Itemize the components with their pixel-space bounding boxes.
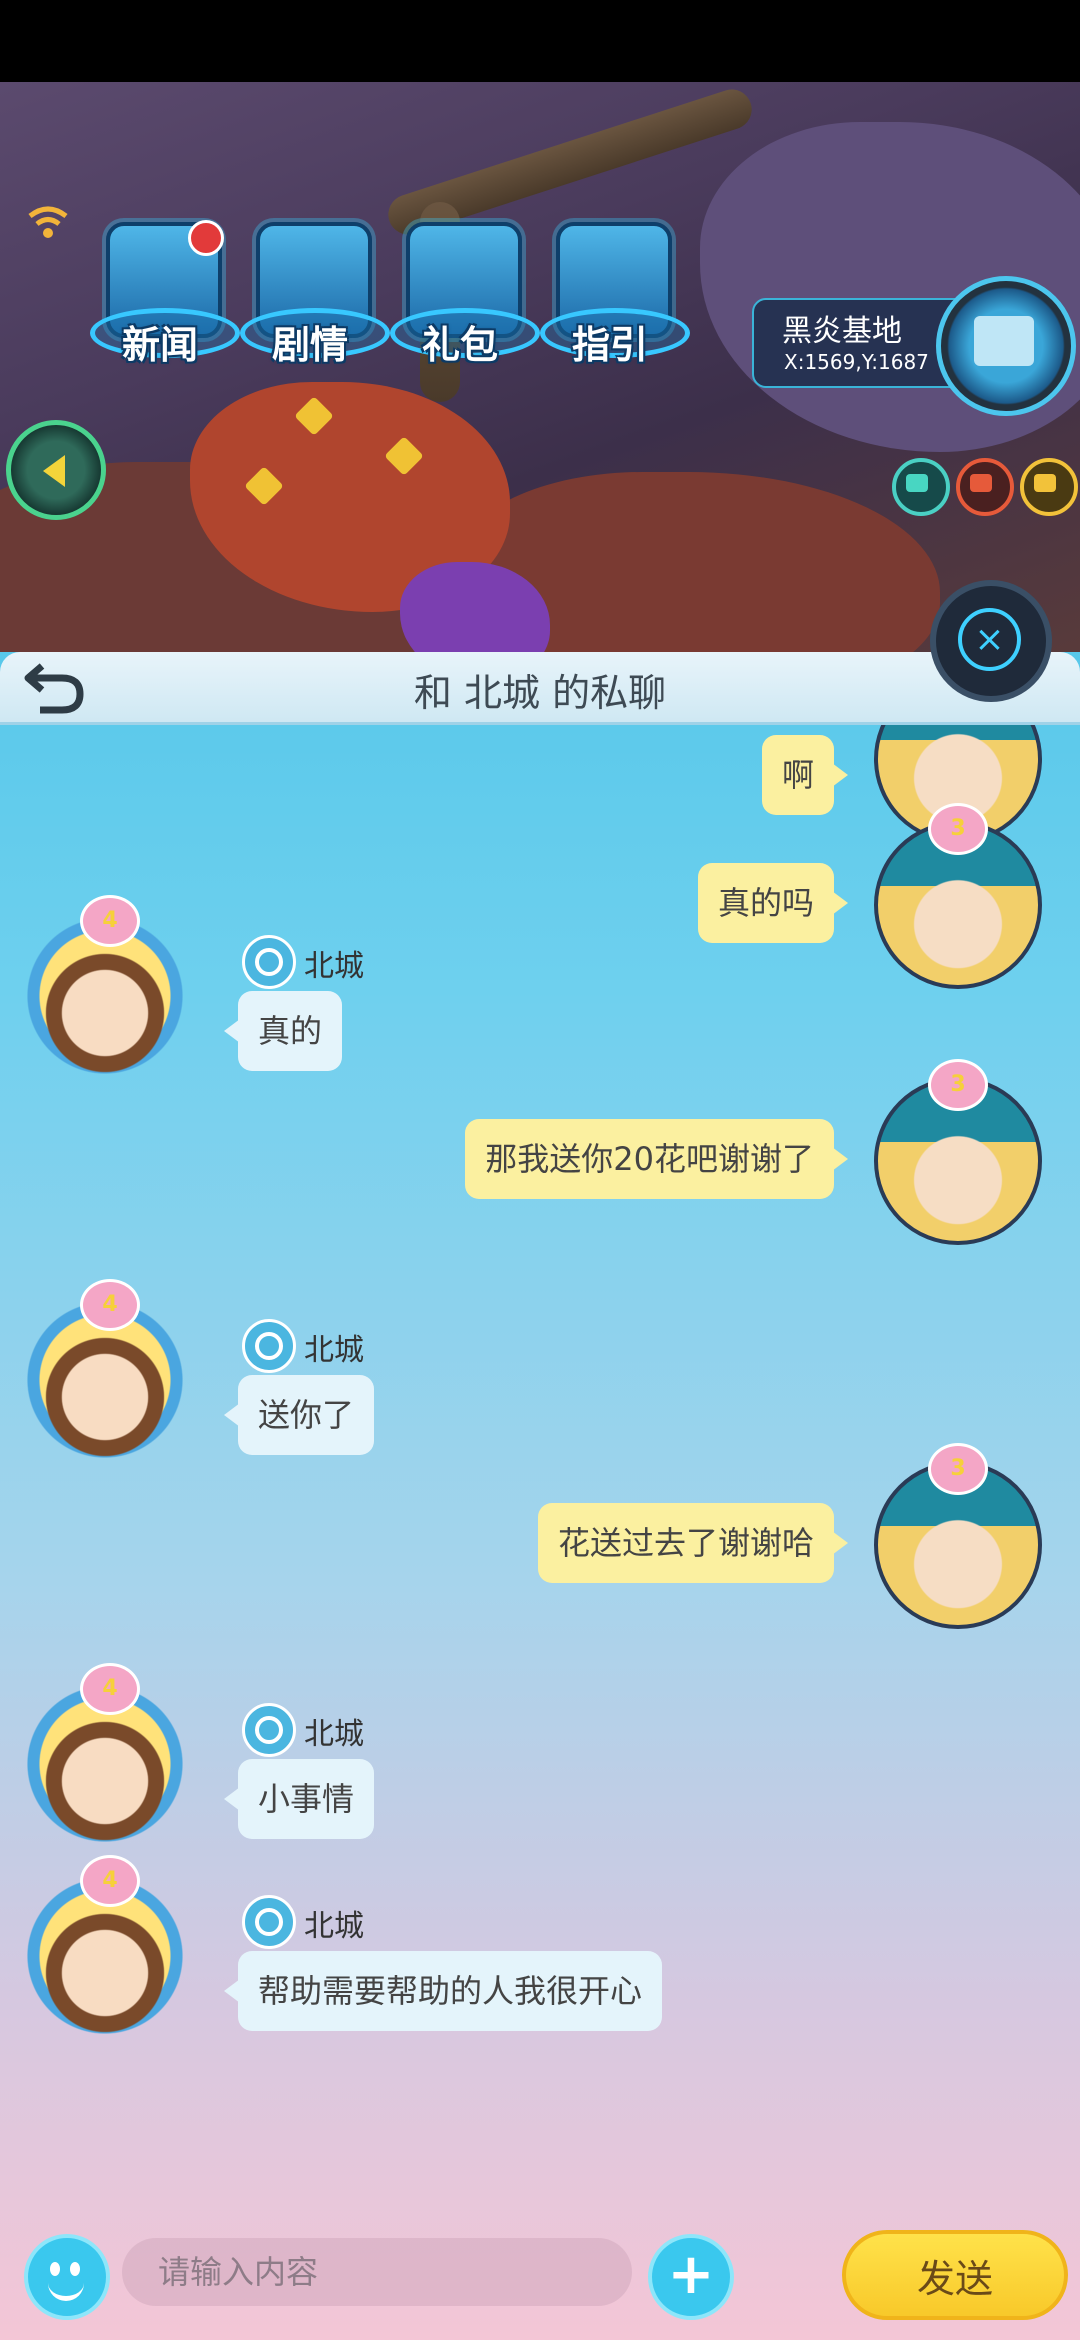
level-badge: 4 xyxy=(80,1855,140,1907)
emoji-button[interactable] xyxy=(24,2234,110,2320)
message-bubble-other: 送你了 xyxy=(223,1375,375,1455)
chat-header: 和 北城 的私聊 xyxy=(0,652,1080,725)
location-coords: X:1569,Y:1687 xyxy=(784,350,929,374)
message-list[interactable]: 啊 3 真的吗 4 北城 真的 3 那我送你20花吧谢谢了 4 北城 送你了 3… xyxy=(0,725,1080,2205)
block-icon xyxy=(970,474,992,492)
map-icon xyxy=(974,316,1034,366)
wifi-icon xyxy=(28,206,68,238)
collapse-button[interactable] xyxy=(6,420,106,520)
location-name: 黑炎基地 xyxy=(782,314,902,349)
list-icon xyxy=(1034,474,1056,492)
message-input[interactable] xyxy=(122,2238,632,2306)
speaker-icon xyxy=(906,474,928,492)
sender-name: 北城 xyxy=(304,1717,364,1752)
map-button[interactable] xyxy=(936,276,1076,416)
close-button[interactable]: × xyxy=(930,580,1052,702)
male-icon xyxy=(242,1703,296,1757)
list-button[interactable] xyxy=(1020,458,1078,516)
smiley-icon xyxy=(50,2262,60,2276)
message-bubble-mine: 花送过去了谢谢哈 xyxy=(537,1503,849,1583)
menu-news-label: 新闻 xyxy=(121,323,198,367)
speaker-button[interactable] xyxy=(892,458,950,516)
location-panel: 黑炎基地 X:1569,Y:1687 xyxy=(752,298,966,388)
message-bubble-other: 小事情 xyxy=(223,1759,375,1839)
notification-dot xyxy=(188,220,224,256)
menu-story-button[interactable]: 剧情 xyxy=(240,222,390,452)
private-chat-panel: 和 北城 的私聊 啊 3 真的吗 4 北城 真的 3 那我送你20花吧谢谢了 4… xyxy=(0,652,1080,2340)
message-bubble-other: 真的 xyxy=(223,991,343,1071)
level-badge: 4 xyxy=(80,895,140,947)
input-bar: + 发送 xyxy=(0,2208,1080,2340)
status-bar xyxy=(0,0,1080,82)
male-icon xyxy=(242,1319,296,1373)
level-badge: 4 xyxy=(80,1663,140,1715)
add-button[interactable]: + xyxy=(648,2234,734,2320)
male-icon xyxy=(242,1895,296,1949)
message-bubble-mine: 那我送你20花吧谢谢了 xyxy=(465,1119,848,1199)
message-bubble-mine: 啊 xyxy=(761,735,849,815)
menu-gift-label: 礼包 xyxy=(421,323,498,367)
sender-name: 北城 xyxy=(304,1909,364,1944)
menu-story-label: 剧情 xyxy=(271,323,348,367)
block-button[interactable] xyxy=(956,458,1014,516)
left-arrow-icon xyxy=(43,455,65,487)
sender-name: 北城 xyxy=(304,949,364,984)
message-bubble-other: 帮助需要帮助的人我很开心 xyxy=(223,1951,663,2031)
close-icon: × xyxy=(958,608,1021,671)
level-badge: 3 xyxy=(928,1059,988,1111)
level-badge: 4 xyxy=(80,1279,140,1331)
menu-gift-button[interactable]: 礼包 xyxy=(390,222,540,452)
message-bubble-mine: 真的吗 xyxy=(697,863,849,943)
sender-name: 北城 xyxy=(304,1333,364,1368)
chat-title: 和 北城 的私聊 xyxy=(413,671,667,715)
level-badge: 3 xyxy=(928,803,988,855)
menu-news-button[interactable]: 新闻 xyxy=(90,220,240,452)
send-button[interactable]: 发送 xyxy=(842,2230,1068,2320)
menu-guide-button[interactable]: 指引 xyxy=(540,222,690,452)
level-badge: 3 xyxy=(928,1443,988,1495)
menu-guide-label: 指引 xyxy=(571,323,648,367)
male-icon xyxy=(242,935,296,989)
